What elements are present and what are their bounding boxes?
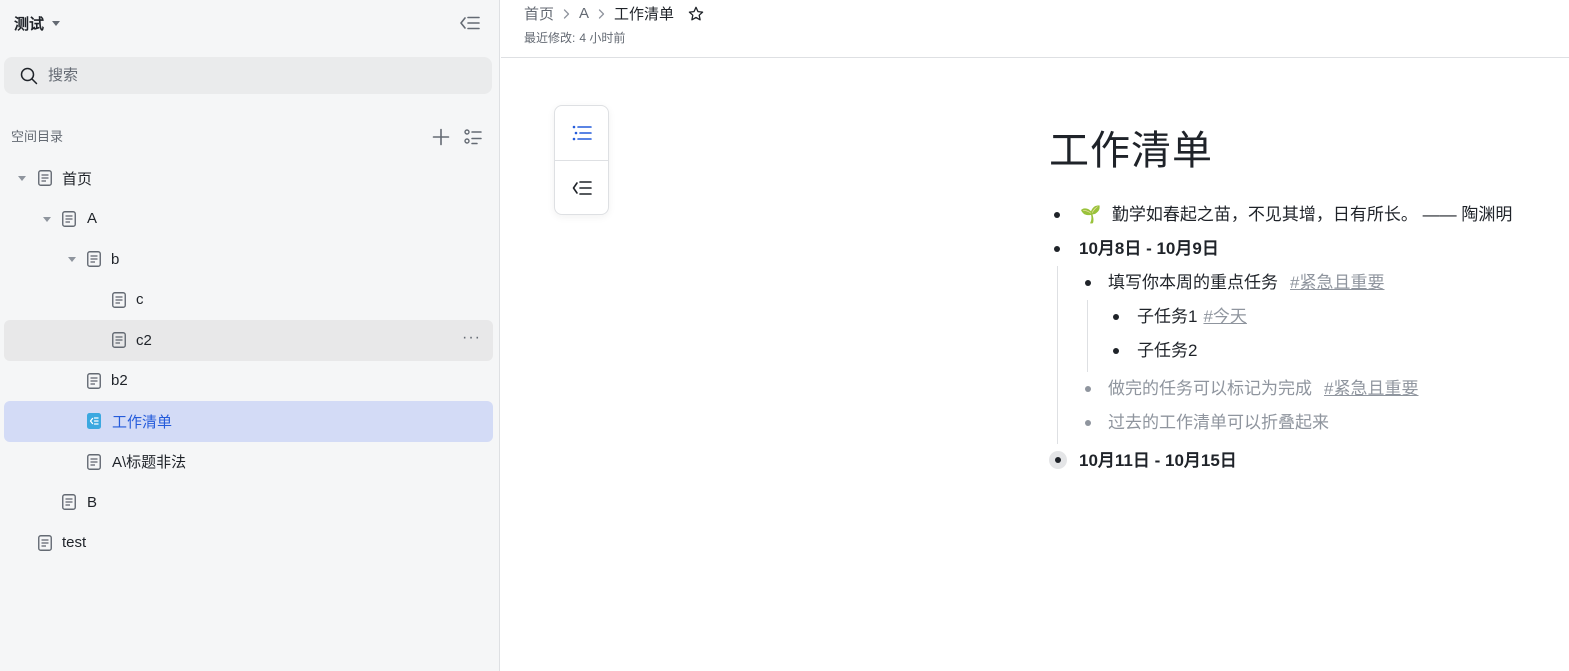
tree-item-worklist[interactable]: 工作清单 bbox=[4, 401, 493, 442]
subtask-item[interactable]: 子任务2 bbox=[1137, 340, 1197, 362]
collapse-list-button[interactable] bbox=[555, 161, 608, 215]
indent-guide bbox=[1057, 266, 1058, 444]
task-item[interactable]: 填写你本周的重点任务 #紧急且重要 bbox=[1108, 272, 1384, 294]
section-heading-1[interactable]: 10月8日 - 10月9日 bbox=[1079, 238, 1219, 260]
bullet-icon[interactable] bbox=[1113, 348, 1119, 354]
bullet-icon[interactable] bbox=[1054, 246, 1060, 252]
tree-item-label: A bbox=[87, 210, 98, 228]
list-view-icon bbox=[464, 129, 482, 145]
indent-guide bbox=[1087, 300, 1088, 372]
breadcrumb: 首页 A 工作清单 bbox=[524, 3, 704, 24]
tree-item-label: c2 bbox=[136, 331, 152, 349]
document-icon bbox=[62, 494, 76, 510]
tree-item-label: 首页 bbox=[62, 170, 93, 188]
document-icon bbox=[112, 291, 126, 308]
outline-list-icon bbox=[572, 125, 592, 141]
collapse-list-icon bbox=[572, 181, 592, 195]
last-modified-label: 最近修改: bbox=[524, 31, 576, 45]
tree-item-c[interactable]: c bbox=[4, 280, 493, 321]
view-toolbar bbox=[554, 105, 609, 215]
completed-task-item[interactable]: 做完的任务可以标记为完成 #紧急且重要 bbox=[1108, 378, 1418, 400]
tree-item-a-invalid-title[interactable]: A\标题非法 bbox=[4, 442, 493, 483]
quote-line[interactable]: 🌱 勤学如春起之苗，不见其增，日有所长。 —— 陶渊明 bbox=[1080, 204, 1512, 226]
outline-view-button[interactable] bbox=[555, 106, 608, 160]
tree-item-label: c bbox=[136, 291, 144, 309]
bullet-icon[interactable] bbox=[1113, 314, 1119, 320]
document-icon bbox=[87, 372, 101, 389]
tree-item-label: b bbox=[111, 250, 120, 268]
space-switcher[interactable]: 测试 bbox=[14, 12, 61, 34]
tree-item-label: B bbox=[87, 493, 98, 511]
breadcrumb-item-a[interactable]: A bbox=[579, 5, 589, 22]
last-modified-value: 4 小时前 bbox=[579, 31, 626, 45]
caret-down-icon[interactable] bbox=[68, 257, 76, 262]
bullet-icon[interactable] bbox=[1054, 212, 1060, 218]
chevron-right-icon bbox=[563, 8, 570, 19]
toc-label: 空间目录 bbox=[11, 129, 64, 144]
document-icon bbox=[87, 453, 101, 470]
sidebar: 测试 空间目录 bbox=[0, 0, 500, 671]
document-icon bbox=[38, 170, 52, 186]
favorite-button[interactable] bbox=[688, 6, 704, 22]
tree-item-label: test bbox=[62, 534, 87, 552]
toc-header: 空间目录 bbox=[11, 127, 491, 147]
tree-item-test[interactable]: test bbox=[4, 523, 493, 564]
section-heading-2[interactable]: 10月11日 - 10月15日 bbox=[1079, 450, 1237, 472]
tag-link[interactable]: #今天 bbox=[1203, 307, 1246, 326]
chevron-right-icon bbox=[598, 8, 605, 19]
completed-task-text: 做完的任务可以标记为完成 bbox=[1108, 379, 1312, 398]
document-icon bbox=[62, 210, 76, 227]
subtask-item[interactable]: 子任务1 #今天 bbox=[1137, 306, 1247, 328]
tree-item-home[interactable]: 首页 bbox=[4, 158, 493, 199]
checklist-icon bbox=[87, 413, 101, 429]
tree-item-label: 工作清单 bbox=[112, 413, 173, 431]
search-icon bbox=[20, 67, 38, 84]
search-input[interactable] bbox=[46, 66, 470, 85]
tree-item-label: A\标题非法 bbox=[112, 454, 187, 472]
document-icon bbox=[38, 534, 52, 551]
toc-view-button[interactable] bbox=[462, 126, 484, 148]
document-title[interactable]: 工作清单 bbox=[1049, 118, 1213, 176]
bullet-icon[interactable] bbox=[1085, 280, 1091, 286]
plus-icon bbox=[432, 128, 450, 146]
tree-item-b[interactable]: b bbox=[4, 239, 493, 280]
caret-down-icon[interactable] bbox=[43, 216, 51, 222]
star-icon bbox=[688, 6, 704, 20]
tree-item-c2[interactable]: c2 ··· bbox=[4, 320, 493, 361]
tag-link[interactable]: #紧急且重要 bbox=[1290, 273, 1384, 292]
search-box[interactable] bbox=[4, 57, 492, 94]
tree-item-label: b2 bbox=[111, 372, 128, 390]
breadcrumb-item-home[interactable]: 首页 bbox=[524, 3, 554, 24]
last-modified: 最近修改: 4 小时前 bbox=[524, 29, 625, 46]
document-icon bbox=[112, 332, 126, 348]
chevron-down-icon bbox=[52, 21, 61, 26]
space-title: 测试 bbox=[14, 15, 45, 33]
collapsed-bullet-icon[interactable] bbox=[1049, 451, 1067, 469]
tag-link[interactable]: #紧急且重要 bbox=[1324, 379, 1418, 398]
tree-item-b2[interactable]: b2 bbox=[4, 361, 493, 402]
task-text: 填写你本周的重点任务 bbox=[1108, 273, 1278, 292]
caret-down-icon[interactable] bbox=[18, 176, 26, 181]
quote-text: 勤学如春起之苗，不见其增，日有所长。 —— 陶渊明 bbox=[1111, 205, 1513, 224]
document-icon bbox=[87, 251, 101, 267]
collapse-sidebar-button[interactable] bbox=[458, 12, 482, 34]
bullet-icon[interactable] bbox=[1085, 386, 1091, 392]
completed-task-item[interactable]: 过去的工作清单可以折叠起来 bbox=[1108, 412, 1329, 434]
top-bar: 首页 A 工作清单 最近修改: 4 小时前 bbox=[501, 0, 1569, 58]
add-page-button[interactable] bbox=[430, 126, 452, 148]
tree-item-a[interactable]: A bbox=[4, 199, 493, 240]
collapse-sidebar-icon bbox=[460, 16, 480, 30]
subtask-text: 子任务1 bbox=[1137, 307, 1198, 326]
tree-item-b-upper[interactable]: B bbox=[4, 482, 493, 523]
breadcrumb-item-current[interactable]: 工作清单 bbox=[614, 3, 674, 24]
seedling-icon: 🌱 bbox=[1080, 205, 1102, 224]
more-options-icon[interactable]: ··· bbox=[462, 329, 481, 347]
page-tree: 首页 A b c c2 ··· b2 工作清单 A\标题非法 B test bbox=[4, 158, 493, 563]
bullet-icon[interactable] bbox=[1085, 420, 1091, 426]
